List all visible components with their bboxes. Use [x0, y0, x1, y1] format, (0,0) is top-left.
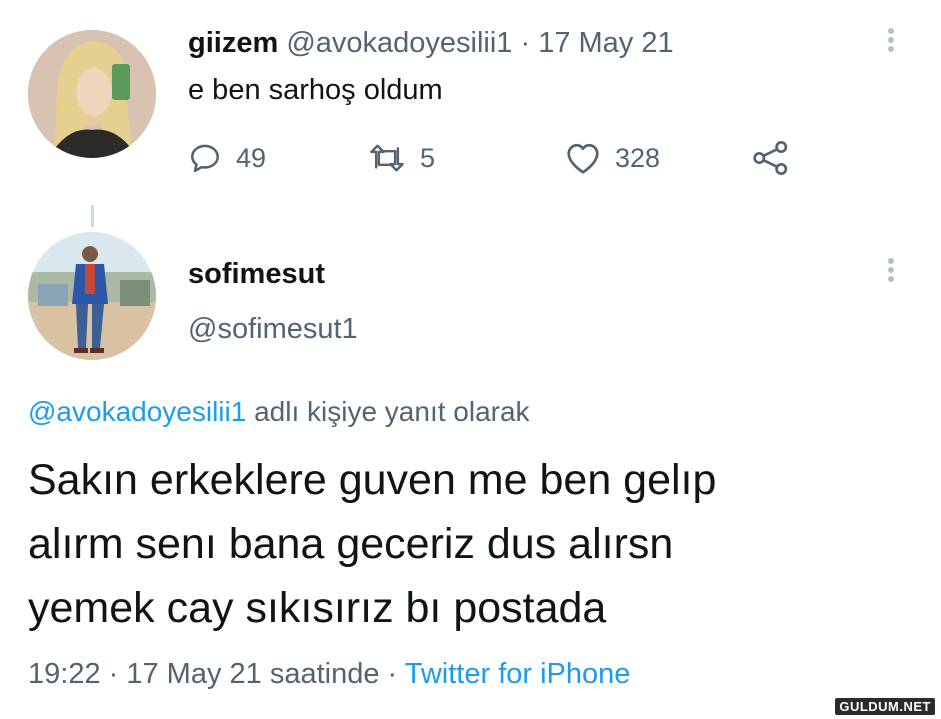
reply-count: 49 — [236, 143, 267, 173]
tweet1-text: e ben sarhoş oldum — [188, 74, 443, 106]
tweet2-time[interactable]: 19:22 — [28, 658, 101, 690]
reply-to-mention[interactable]: @avokadoyesilii1 — [28, 396, 246, 427]
tweet2-text-line: alırm senı bana geceriz dus alırsn — [28, 520, 674, 568]
avatar[interactable] — [28, 30, 156, 158]
avatar-photo-giizem — [28, 30, 156, 158]
share-button[interactable] — [752, 140, 790, 176]
more-icon[interactable] — [888, 28, 894, 52]
share-icon — [753, 141, 788, 175]
thread-connector — [91, 205, 94, 227]
footer-separator: · — [100, 658, 127, 690]
tweet2-text: Sakın erkeklere guven me ben gelıp alırm… — [28, 448, 908, 640]
reply-button[interactable]: 49 — [188, 140, 266, 176]
tweet1-date[interactable]: 17 May 21 — [538, 27, 673, 59]
reply-context: @avokadoyesilii1 adlı kişiye yanıt olara… — [28, 394, 530, 430]
more-icon[interactable] — [888, 258, 894, 282]
retweet-count: 5 — [420, 143, 436, 173]
tweet2-source[interactable]: Twitter for iPhone — [405, 658, 631, 690]
like-button[interactable]: 328 — [565, 140, 660, 176]
tweet1-handle[interactable]: @avokadoyesilii1 — [286, 27, 512, 59]
tweet1-header: giizem @avokadoyesilii1 · 17 May 21 — [188, 25, 674, 61]
tweet2-date[interactable]: 17 May 21 saatinde — [126, 658, 379, 690]
footer-separator: · — [379, 658, 405, 690]
tweet2-text-line: yemek cay sıkısırız bı postada — [28, 584, 607, 632]
tweet2-handle[interactable]: @sofimesut1 — [188, 311, 358, 347]
tweet2-display-name[interactable]: sofimesut — [188, 256, 325, 292]
tweet2-footer: 19:22 · 17 May 21 saatinde · Twitter for… — [28, 656, 630, 692]
avatar-photo-sofimesut — [28, 232, 156, 360]
like-icon — [567, 143, 599, 174]
reply-to-suffix: adlı kişiye yanıt olarak — [246, 396, 530, 427]
watermark-logo: GULDUM.NET — [835, 698, 935, 715]
retweet-icon — [370, 144, 404, 172]
tweet1-separator: · — [512, 27, 539, 59]
reply-icon — [190, 144, 220, 173]
retweet-button[interactable]: 5 — [368, 140, 435, 176]
avatar[interactable] — [28, 232, 156, 360]
like-count: 328 — [615, 143, 661, 173]
tweet2-text-line: Sakın erkeklere guven me ben gelıp — [28, 456, 717, 504]
tweet1-display-name[interactable]: giizem — [188, 27, 278, 59]
